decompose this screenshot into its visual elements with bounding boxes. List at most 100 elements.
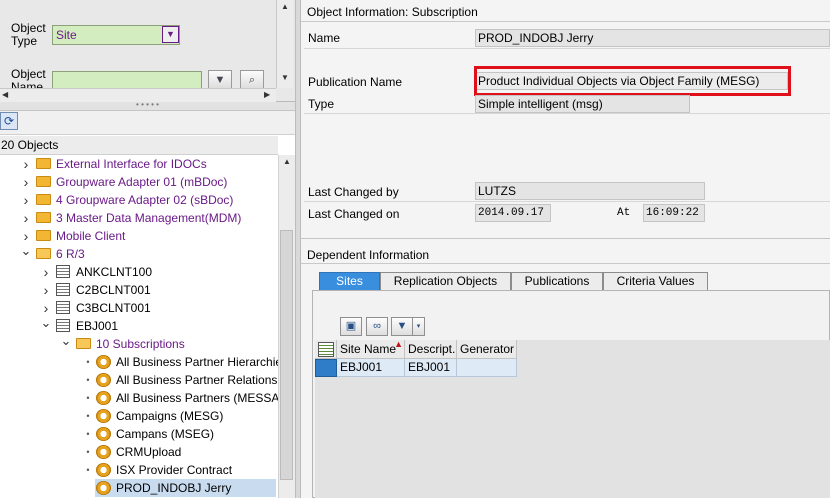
cell-description[interactable]: EBJ001 bbox=[405, 359, 457, 377]
object-type-select[interactable]: Site bbox=[52, 25, 180, 45]
expand-arrow-icon[interactable]: › bbox=[40, 299, 52, 317]
tree-node[interactable]: • ISX Provider Contract bbox=[0, 461, 278, 479]
dependent-information-title: Dependent Information bbox=[301, 248, 830, 264]
layout-icon[interactable] bbox=[318, 342, 334, 357]
at-time-field[interactable]: 16:09:22 bbox=[643, 204, 705, 222]
tree-node[interactable]: › C2BCLNT001 bbox=[0, 281, 278, 299]
find-icon[interactable]: ⌕ bbox=[240, 70, 264, 90]
pane-splitter[interactable]: • • • • • bbox=[0, 101, 295, 111]
tree-node[interactable]: › ANKCLNT100 bbox=[0, 263, 278, 281]
tree-node-label: Campans (MSEG) bbox=[116, 427, 215, 441]
last-changed-by-field[interactable]: LUTZS bbox=[475, 182, 705, 200]
filter-icon[interactable]: ▼ bbox=[208, 70, 232, 90]
tree-scroll-thumb[interactable] bbox=[280, 230, 293, 480]
object-name-label: Object Name bbox=[11, 68, 46, 88]
tree-node-label: Mobile Client bbox=[56, 229, 126, 243]
expand-arrow-icon[interactable]: › bbox=[40, 263, 52, 281]
system-icon bbox=[56, 301, 70, 314]
type-field[interactable]: Simple intelligent (msg) bbox=[475, 95, 690, 113]
collapse-arrow-icon[interactable]: ⌄ bbox=[60, 335, 72, 350]
tree-node-label: Groupware Adapter 01 (mBDoc) bbox=[56, 175, 228, 189]
tree-node-label: 4 Groupware Adapter 02 (sBDoc) bbox=[56, 193, 234, 207]
expand-arrow-icon[interactable]: › bbox=[20, 227, 32, 245]
tab-sites[interactable]: Sites bbox=[319, 272, 380, 290]
cell-generator[interactable] bbox=[457, 359, 517, 377]
navigation-pane: Object Type Site ▼ Object Name ▼ ⌕ ▲ ▼ ◀… bbox=[0, 0, 295, 498]
tree-toolbar bbox=[0, 111, 295, 135]
publication-name-label: Publication Name bbox=[308, 75, 403, 89]
separator bbox=[304, 113, 830, 114]
scroll-up-icon[interactable]: ▲ bbox=[277, 2, 293, 11]
expand-arrow-icon[interactable]: › bbox=[20, 173, 32, 191]
tree-node-label: EBJ001 bbox=[76, 319, 119, 333]
tab-criteria-values[interactable]: Criteria Values bbox=[603, 272, 708, 290]
tree-node[interactable]: ⌄ EBJ001 bbox=[0, 317, 278, 335]
scroll-down-icon[interactable]: ▼ bbox=[277, 73, 293, 82]
tree-node-label: C2BCLNT001 bbox=[76, 283, 151, 297]
tree-node[interactable]: • All Business Partner Relationships bbox=[0, 371, 278, 389]
chevron-down-icon[interactable]: ▼ bbox=[162, 26, 179, 43]
tree-node-label: 10 Subscriptions bbox=[96, 337, 185, 351]
row-selector[interactable] bbox=[315, 359, 337, 377]
separator bbox=[304, 201, 830, 202]
collapse-arrow-icon[interactable]: ⌄ bbox=[20, 245, 32, 260]
tree-node[interactable]: ⌄ 10 Subscriptions bbox=[0, 335, 278, 353]
last-changed-on-field[interactable]: 2014.09.17 bbox=[475, 204, 551, 222]
tree-node[interactable]: › C3BCLNT001 bbox=[0, 299, 278, 317]
tree-node[interactable]: › 3 Master Data Management(MDM) bbox=[0, 209, 278, 227]
tree-node[interactable]: › 4 Groupware Adapter 02 (sBDoc) bbox=[0, 191, 278, 209]
open-folder-icon bbox=[76, 338, 91, 349]
tree-node[interactable]: • Campans (MSEG) bbox=[0, 425, 278, 443]
subscription-icon bbox=[96, 409, 111, 423]
subscription-icon bbox=[96, 481, 111, 495]
refresh-icon[interactable]: ⟳ bbox=[0, 112, 18, 130]
details-icon[interactable]: ▣ bbox=[340, 317, 362, 336]
leaf-bullet-icon: • bbox=[86, 375, 90, 385]
tree-node[interactable]: • Campaigns (MESG) bbox=[0, 407, 278, 425]
tree-node-selected[interactable]: •PROD_INDOBJ Jerry bbox=[95, 479, 276, 497]
collapse-arrow-icon[interactable]: ⌄ bbox=[40, 317, 52, 332]
tree-node[interactable]: › Groupware Adapter 01 (mBDoc) bbox=[0, 173, 278, 191]
cell-site-name[interactable]: EBJ001 bbox=[337, 359, 405, 377]
tree-node-label: ISX Provider Contract bbox=[116, 463, 233, 477]
last-changed-on-label: Last Changed on bbox=[308, 207, 400, 221]
tab-replication-objects[interactable]: Replication Objects bbox=[380, 272, 511, 290]
scroll-left-icon[interactable]: ◀ bbox=[2, 90, 8, 99]
tree-node[interactable]: › External Interface for IDOCs bbox=[0, 155, 278, 173]
filter-dropdown-icon[interactable]: ▾ bbox=[413, 317, 425, 336]
system-icon bbox=[56, 319, 70, 332]
column-site-name[interactable]: Site Name ▲ bbox=[337, 339, 405, 359]
expand-arrow-icon[interactable]: › bbox=[20, 191, 32, 209]
tree-header: 20 Objects bbox=[0, 136, 278, 155]
scroll-up-icon[interactable]: ▲ bbox=[279, 157, 295, 166]
tree-node-label: All Business Partner Relationships bbox=[116, 373, 278, 387]
tree-node[interactable]: ⌄ 6 R/3 bbox=[0, 245, 278, 263]
system-icon bbox=[56, 265, 70, 278]
search-vertical-scrollbar[interactable]: ▲ ▼ bbox=[276, 0, 293, 88]
filter-icon[interactable]: ▼ bbox=[391, 317, 413, 336]
tab-publications[interactable]: Publications bbox=[511, 272, 603, 290]
subscription-icon bbox=[96, 463, 111, 477]
expand-arrow-icon[interactable]: › bbox=[20, 155, 32, 173]
scroll-right-icon[interactable]: ▶ bbox=[264, 90, 270, 99]
binoculars-icon[interactable]: ∞ bbox=[366, 317, 388, 336]
leaf-bullet-icon: • bbox=[86, 447, 90, 457]
separator bbox=[304, 48, 830, 49]
leaf-bullet-icon: • bbox=[86, 411, 90, 421]
tree-node[interactable]: › Mobile Client bbox=[0, 227, 278, 245]
expand-arrow-icon[interactable]: › bbox=[40, 281, 52, 299]
search-area: Object Type Site ▼ Object Name ▼ ⌕ ▲ ▼ ◀… bbox=[0, 0, 295, 102]
tree-node[interactable]: • All Business Partners (MESSAGE bbox=[0, 389, 278, 407]
name-field[interactable]: PROD_INDOBJ Jerry bbox=[475, 29, 830, 47]
tree-node[interactable]: • CRMUpload bbox=[0, 443, 278, 461]
name-label: Name bbox=[308, 31, 341, 45]
column-generator[interactable]: Generator bbox=[457, 340, 517, 359]
tree-node[interactable]: • All Business Partner Hierarchies bbox=[0, 353, 278, 371]
tree-node-label: PROD_INDOBJ Jerry bbox=[116, 481, 232, 495]
column-description[interactable]: Descript. bbox=[405, 340, 457, 359]
tree-node-label: All Business Partners (MESSAGE bbox=[116, 391, 278, 405]
tree-node-label: ANKCLNT100 bbox=[76, 265, 153, 279]
tree-node-label: All Business Partner Hierarchies bbox=[116, 355, 278, 369]
folder-icon bbox=[36, 194, 51, 205]
expand-arrow-icon[interactable]: › bbox=[20, 209, 32, 227]
